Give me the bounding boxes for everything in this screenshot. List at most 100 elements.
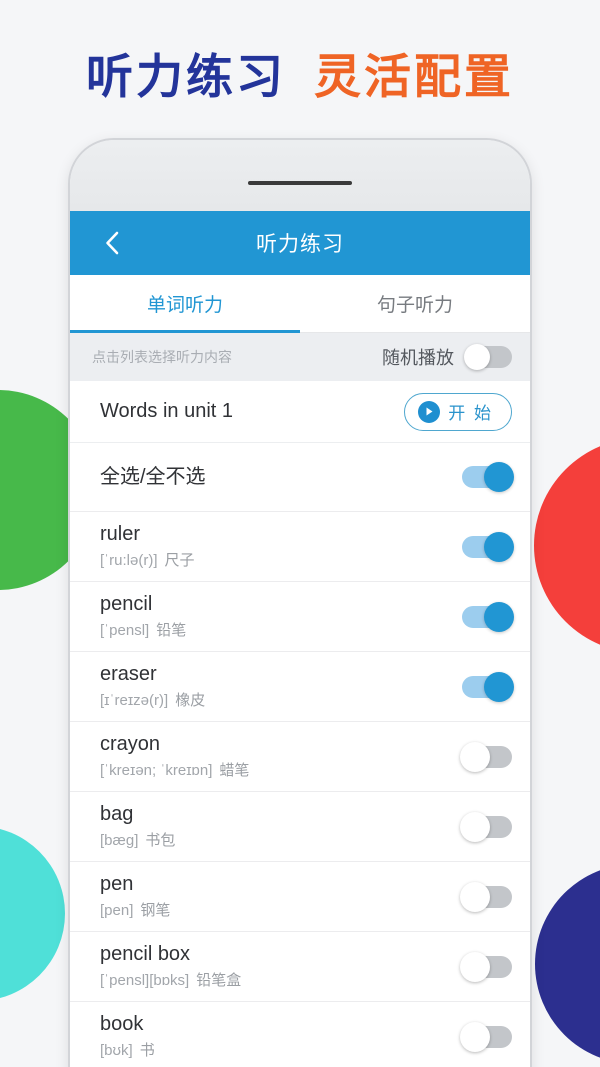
word-translation: 铅笔 — [156, 621, 187, 639]
word-sub: [ɪˈreɪzə(r)] 橡皮 — [100, 690, 448, 712]
word-label: pencil — [100, 592, 153, 615]
word-rows-container: ruler [ˈru:lə(r)] 尺子 pencil [ˈpensl] 铅笔 eraser… — [70, 512, 530, 1067]
word-translation: 蜡笔 — [219, 761, 250, 779]
toggle-knob — [460, 881, 490, 912]
word-row[interactable]: eraser [ɪˈreɪzə(r)] 橡皮 — [70, 652, 530, 722]
word-row[interactable]: bag [bæg] 书包 — [70, 792, 530, 862]
earpiece-speaker — [248, 181, 352, 185]
toggle-knob — [460, 741, 490, 772]
word-toggle[interactable] — [460, 881, 512, 912]
word-list: 全选/全不选 ruler [ˈru:lə(r)] 尺子 pencil [ˈpensl] 铅… — [70, 443, 530, 1067]
phone-mockup: 听力练习 单词听力 句子听力 点击列表选择听力内容 随机播放 Words in … — [68, 138, 532, 1067]
back-button[interactable] — [90, 211, 134, 275]
word-toggle[interactable] — [460, 741, 512, 772]
random-play-toggle[interactable] — [464, 344, 512, 370]
word-sub: [bʊk] 书 — [100, 1040, 448, 1062]
word-row[interactable]: pen [pen] 钢笔 — [70, 862, 530, 932]
red-circle — [534, 438, 600, 653]
start-button[interactable]: 开 始 — [404, 392, 512, 431]
tab-word-listening-label: 单词听力 — [146, 295, 223, 316]
word-toggle[interactable] — [460, 811, 512, 842]
word-label: pencil box — [100, 942, 191, 965]
word-phonetic: [ɪˈreɪzə(r)] — [100, 691, 169, 709]
word-toggle[interactable] — [462, 531, 514, 562]
hint-text: 点击列表选择听力内容 — [92, 349, 232, 365]
word-label: eraser — [100, 662, 157, 685]
tab-bar: 单词听力 句子听力 — [70, 275, 530, 333]
navy-circle — [535, 864, 600, 1064]
unit-row[interactable]: Words in unit 1 开 始 — [70, 381, 530, 443]
toggle-knob — [484, 531, 514, 562]
toggle-knob — [484, 671, 514, 702]
word-sub: [ˈpensl] 铅笔 — [100, 620, 448, 642]
page-title: 听力练习 — [256, 233, 344, 256]
chevron-left-icon — [104, 230, 120, 256]
word-row[interactable]: pencil box [ˈpensl][bɒks] 铅笔盒 — [70, 932, 530, 1002]
app-bar: 听力练习 — [70, 211, 530, 275]
word-row[interactable]: book [bʊk] 书 — [70, 1002, 530, 1067]
word-sub: [ˈru:lə(r)] 尺子 — [100, 550, 448, 572]
cyan-circle — [0, 826, 65, 1001]
word-toggle[interactable] — [462, 671, 514, 702]
tab-sentence-listening[interactable]: 句子听力 — [300, 275, 530, 332]
word-translation: 书包 — [145, 831, 176, 849]
word-toggle[interactable] — [462, 601, 514, 632]
word-label: bag — [100, 802, 134, 825]
word-phonetic: [bæg] — [100, 831, 139, 849]
word-row[interactable]: ruler [ˈru:lə(r)] 尺子 — [70, 512, 530, 582]
tab-sentence-listening-label: 句子听力 — [376, 295, 453, 316]
phone-top-bezel — [70, 140, 530, 211]
word-row[interactable]: pencil [ˈpensl] 铅笔 — [70, 582, 530, 652]
word-translation: 铅笔盒 — [196, 971, 242, 989]
word-sub: [pen] 钢笔 — [100, 900, 448, 922]
word-sub: [ˈkreɪən; ˈkreɪɒn] 蜡笔 — [100, 760, 448, 782]
select-all-row[interactable]: 全选/全不选 — [70, 443, 530, 512]
headline-segment-primary: 听力练习 — [86, 50, 286, 105]
toggle-knob — [484, 601, 514, 632]
app-screen: 听力练习 单词听力 句子听力 点击列表选择听力内容 随机播放 Words in … — [70, 211, 530, 1067]
toggle-knob — [460, 951, 490, 982]
play-icon — [418, 400, 441, 423]
word-label: ruler — [100, 522, 141, 545]
toggle-knob — [460, 1021, 490, 1052]
word-label: pen — [100, 872, 134, 895]
word-phonetic: [ˈkreɪən; ˈkreɪɒn] — [100, 761, 213, 779]
headline: 听力练习 灵活配置 — [0, 38, 600, 107]
random-play-label: 随机播放 — [382, 348, 454, 368]
word-label: book — [100, 1012, 144, 1035]
word-phonetic: [ˈpensl][bɒks] — [100, 971, 190, 989]
select-all-text: 全选/全不选 — [100, 465, 462, 490]
word-toggle[interactable] — [460, 1021, 512, 1052]
word-row[interactable]: crayon [ˈkreɪən; ˈkreɪɒn] 蜡笔 — [70, 722, 530, 792]
word-row-text: bag [bæg] 书包 — [100, 802, 462, 852]
word-label: crayon — [100, 732, 161, 755]
word-row-text: pencil [ˈpensl] 铅笔 — [100, 592, 462, 642]
word-translation: 书 — [139, 1041, 155, 1059]
start-button-label: 开 始 — [448, 404, 493, 423]
headline-segment-secondary: 灵活配置 — [314, 50, 514, 105]
toggle-knob — [484, 462, 514, 492]
word-phonetic: [ˈru:lə(r)] — [100, 551, 158, 569]
word-row-text: book [bʊk] 书 — [100, 1012, 462, 1062]
select-all-toggle[interactable] — [462, 462, 514, 492]
word-row-text: pen [pen] 钢笔 — [100, 872, 462, 922]
word-translation: 橡皮 — [175, 691, 206, 709]
toggle-knob — [460, 811, 490, 842]
word-toggle[interactable] — [460, 951, 512, 982]
word-sub: [ˈpensl][bɒks] 铅笔盒 — [100, 970, 448, 992]
hint-bar: 点击列表选择听力内容 随机播放 — [70, 333, 530, 381]
word-row-text: crayon [ˈkreɪən; ˈkreɪɒn] 蜡笔 — [100, 732, 462, 782]
word-phonetic: [bʊk] — [100, 1041, 133, 1059]
word-row-text: ruler [ˈru:lə(r)] 尺子 — [100, 522, 462, 572]
word-translation: 钢笔 — [140, 901, 171, 919]
toggle-knob — [464, 344, 490, 370]
tab-word-listening[interactable]: 单词听力 — [70, 275, 300, 333]
word-translation: 尺子 — [164, 551, 195, 569]
unit-title: Words in unit 1 — [100, 400, 234, 422]
word-sub: [bæg] 书包 — [100, 830, 448, 852]
word-phonetic: [ˈpensl] — [100, 621, 150, 639]
word-row-text: pencil box [ˈpensl][bɒks] 铅笔盒 — [100, 942, 462, 992]
word-row-text: eraser [ɪˈreɪzə(r)] 橡皮 — [100, 662, 462, 712]
word-phonetic: [pen] — [100, 901, 134, 919]
select-all-label: 全选/全不选 — [100, 465, 206, 488]
